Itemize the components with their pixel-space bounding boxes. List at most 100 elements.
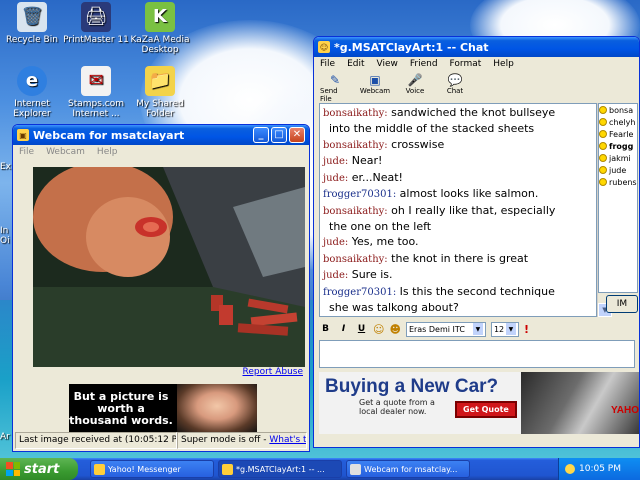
smiley-icon[interactable]: ☻ <box>389 323 400 336</box>
send-file-button[interactable]: ✎ Send File <box>320 73 350 103</box>
chat-message-log[interactable]: bonsaikathy: sandwiched the knot bullsey… <box>319 103 597 317</box>
voice-label: Voice <box>405 87 425 95</box>
im-button[interactable]: IM <box>606 295 638 313</box>
user-list-item[interactable]: jude <box>599 164 637 176</box>
chat-message-user[interactable]: frogger70301: <box>323 189 396 200</box>
desktop-icon-label: Stamps.com Internet ... <box>67 99 124 119</box>
menu-item-view[interactable]: View <box>377 59 398 71</box>
super-mode-status: Super mode is off - What's this? <box>177 432 307 449</box>
menu-item-help[interactable]: Help <box>493 59 514 71</box>
windows-flag-icon <box>6 462 20 476</box>
user-list-item[interactable]: jakmi <box>599 152 637 164</box>
menu-item-file[interactable]: File <box>19 147 34 159</box>
voice-button[interactable]: 🎤 Voice <box>400 73 430 95</box>
send-file-icon: ✎ <box>329 73 341 87</box>
user-list-item[interactable]: frogg <box>599 140 637 152</box>
menu-item-file[interactable]: File <box>320 59 335 71</box>
format-toolbar: B I U ☺ ☻ Eras Demi ITC ▼ 12 ▼ ! <box>319 320 529 338</box>
menu-item-webcam[interactable]: Webcam <box>46 147 85 159</box>
recycle-bin-icon: 🗑 <box>17 2 47 32</box>
menu-item-friend[interactable]: Friend <box>410 59 438 71</box>
menu-item-format[interactable]: Format <box>450 59 482 71</box>
chat-message-user[interactable]: bonsaikathy: <box>323 140 388 151</box>
chat-toolbar: ✎ Send File ▣ Webcam 🎤 Voice 💬 Chat <box>314 73 639 103</box>
minimize-icon[interactable]: _ <box>253 127 269 143</box>
desktop-icon-printmaster[interactable]: 🖨 PrintMaster 11 <box>60 2 132 45</box>
taskbar-item-webcam[interactable]: Webcam for msatclay... <box>346 460 470 478</box>
webcam-window: ▣ Webcam for msatclayart _ □ ✕ File Webc… <box>12 124 310 452</box>
font-select[interactable]: Eras Demi ITC ▼ <box>405 321 486 337</box>
webcam-ad-banner[interactable]: But a picture is worth a thousand words. <box>69 384 257 433</box>
chat-message-text: sandwiched the knot bullseye <box>387 106 556 119</box>
user-list-item[interactable]: rubens <box>599 176 637 188</box>
desktop-icon-internet-explorer[interactable]: e Internet Explorer <box>0 66 68 119</box>
menu-item-help[interactable]: Help <box>97 147 118 159</box>
webcam-label: Webcam <box>359 87 391 95</box>
user-name: bonsa <box>609 105 634 115</box>
smiley-icon <box>599 106 607 114</box>
chat-button[interactable]: 💬 Chat <box>440 73 470 95</box>
user-name: frogg <box>609 141 634 151</box>
chat-message-user[interactable]: jude: <box>323 237 348 248</box>
shared-folder-icon: 📁 <box>145 66 175 96</box>
webcam-button[interactable]: ▣ Webcam <box>360 73 390 95</box>
chat-message-text: oh I really like that, especially <box>387 203 556 217</box>
close-icon[interactable]: ✕ <box>289 127 305 143</box>
user-list-item[interactable]: Fearle <box>599 128 637 140</box>
desktop-icon-label: My Shared Folder <box>136 99 184 119</box>
taskbar-item-label: *g.MSATClayArt:1 -- ... <box>236 464 325 474</box>
clock[interactable]: 10:05 PM <box>579 464 621 474</box>
start-button[interactable]: start <box>0 458 78 480</box>
report-abuse-link[interactable]: Report Abuse <box>243 367 304 377</box>
chat-message-user[interactable]: bonsaikathy: <box>323 108 388 119</box>
bold-button[interactable]: B <box>319 324 332 334</box>
chat-message-user[interactable]: jude: <box>323 270 348 281</box>
maximize-icon[interactable]: □ <box>271 127 287 143</box>
chat-message-user[interactable]: bonsaikathy: <box>323 254 388 265</box>
whats-this-link[interactable]: What's this? <box>269 435 306 445</box>
smiley-icon <box>599 118 607 126</box>
desktop-icon-shared-folder[interactable]: 📁 My Shared Folder <box>124 66 196 119</box>
ad-face-image <box>177 384 257 433</box>
chat-message-user[interactable]: jude: <box>323 156 348 167</box>
taskbar-item-chat[interactable]: *g.MSATClayArt:1 -- ... <box>218 460 342 478</box>
taskbar: start Yahoo! Messenger *g.MSATClayArt:1 … <box>0 458 640 480</box>
smiley-icon <box>599 142 607 150</box>
chat-message-user[interactable]: frogger70301: <box>323 287 396 298</box>
smiley-icon <box>599 166 607 174</box>
messenger-tray-icon[interactable] <box>565 464 575 474</box>
system-tray: 10:05 PM <box>558 458 640 480</box>
desktop-icon-label: Internet Explorer <box>13 99 51 119</box>
ad-headline: Buying a New Car? <box>325 376 499 397</box>
color-palette-icon[interactable]: ☺ <box>373 323 384 336</box>
chat-message-input[interactable] <box>319 340 635 368</box>
desktop-icon-recycle-bin[interactable]: 🗑 Recycle Bin <box>0 2 68 45</box>
smiley-icon <box>599 130 607 138</box>
last-image-status: Last image received at (10:05:12 PM) <box>15 432 177 449</box>
user-name: chelyh <box>609 117 636 127</box>
start-label: start <box>24 461 60 477</box>
chat-message-text-continued: into the middle of the stacked sheets <box>329 122 535 135</box>
get-quote-button[interactable]: Get Quote <box>455 401 517 418</box>
desktop-icon-stamps[interactable]: ✉ Stamps.com Internet ... <box>60 66 132 119</box>
chat-message-text: Sure is. <box>348 268 393 281</box>
chat-title-bar[interactable]: ☺ *g.MSATClayArt:1 -- Chat <box>314 37 639 57</box>
chat-message-text: the knot in there is great <box>387 251 529 265</box>
user-list-item[interactable]: chelyh <box>599 116 637 128</box>
webcam-title-bar[interactable]: ▣ Webcam for msatclayart _ □ ✕ <box>13 125 309 145</box>
italic-button[interactable]: I <box>337 324 350 334</box>
chat-message-user[interactable]: jude: <box>323 173 348 184</box>
chat-message-user[interactable]: bonsaikathy: <box>323 206 388 217</box>
chat-message: bonsaikathy: the knot in there is great <box>323 251 593 267</box>
buzz-icon[interactable]: ! <box>524 323 529 336</box>
stamps-icon: ✉ <box>81 66 111 96</box>
size-select[interactable]: 12 ▼ <box>490 321 519 337</box>
webcam-image <box>33 167 305 367</box>
underline-button[interactable]: U <box>355 324 368 334</box>
desktop-icon-kazaa[interactable]: K KaZaA Media Desktop <box>124 2 196 55</box>
user-list-item[interactable]: bonsa <box>599 104 637 116</box>
taskbar-item-yahoo-messenger[interactable]: Yahoo! Messenger <box>90 460 214 478</box>
menu-item-edit[interactable]: Edit <box>347 59 364 71</box>
user-name: jakmi <box>609 153 631 163</box>
chat-ad-banner[interactable]: Buying a New Car? Get a quote from a loc… <box>319 372 639 434</box>
